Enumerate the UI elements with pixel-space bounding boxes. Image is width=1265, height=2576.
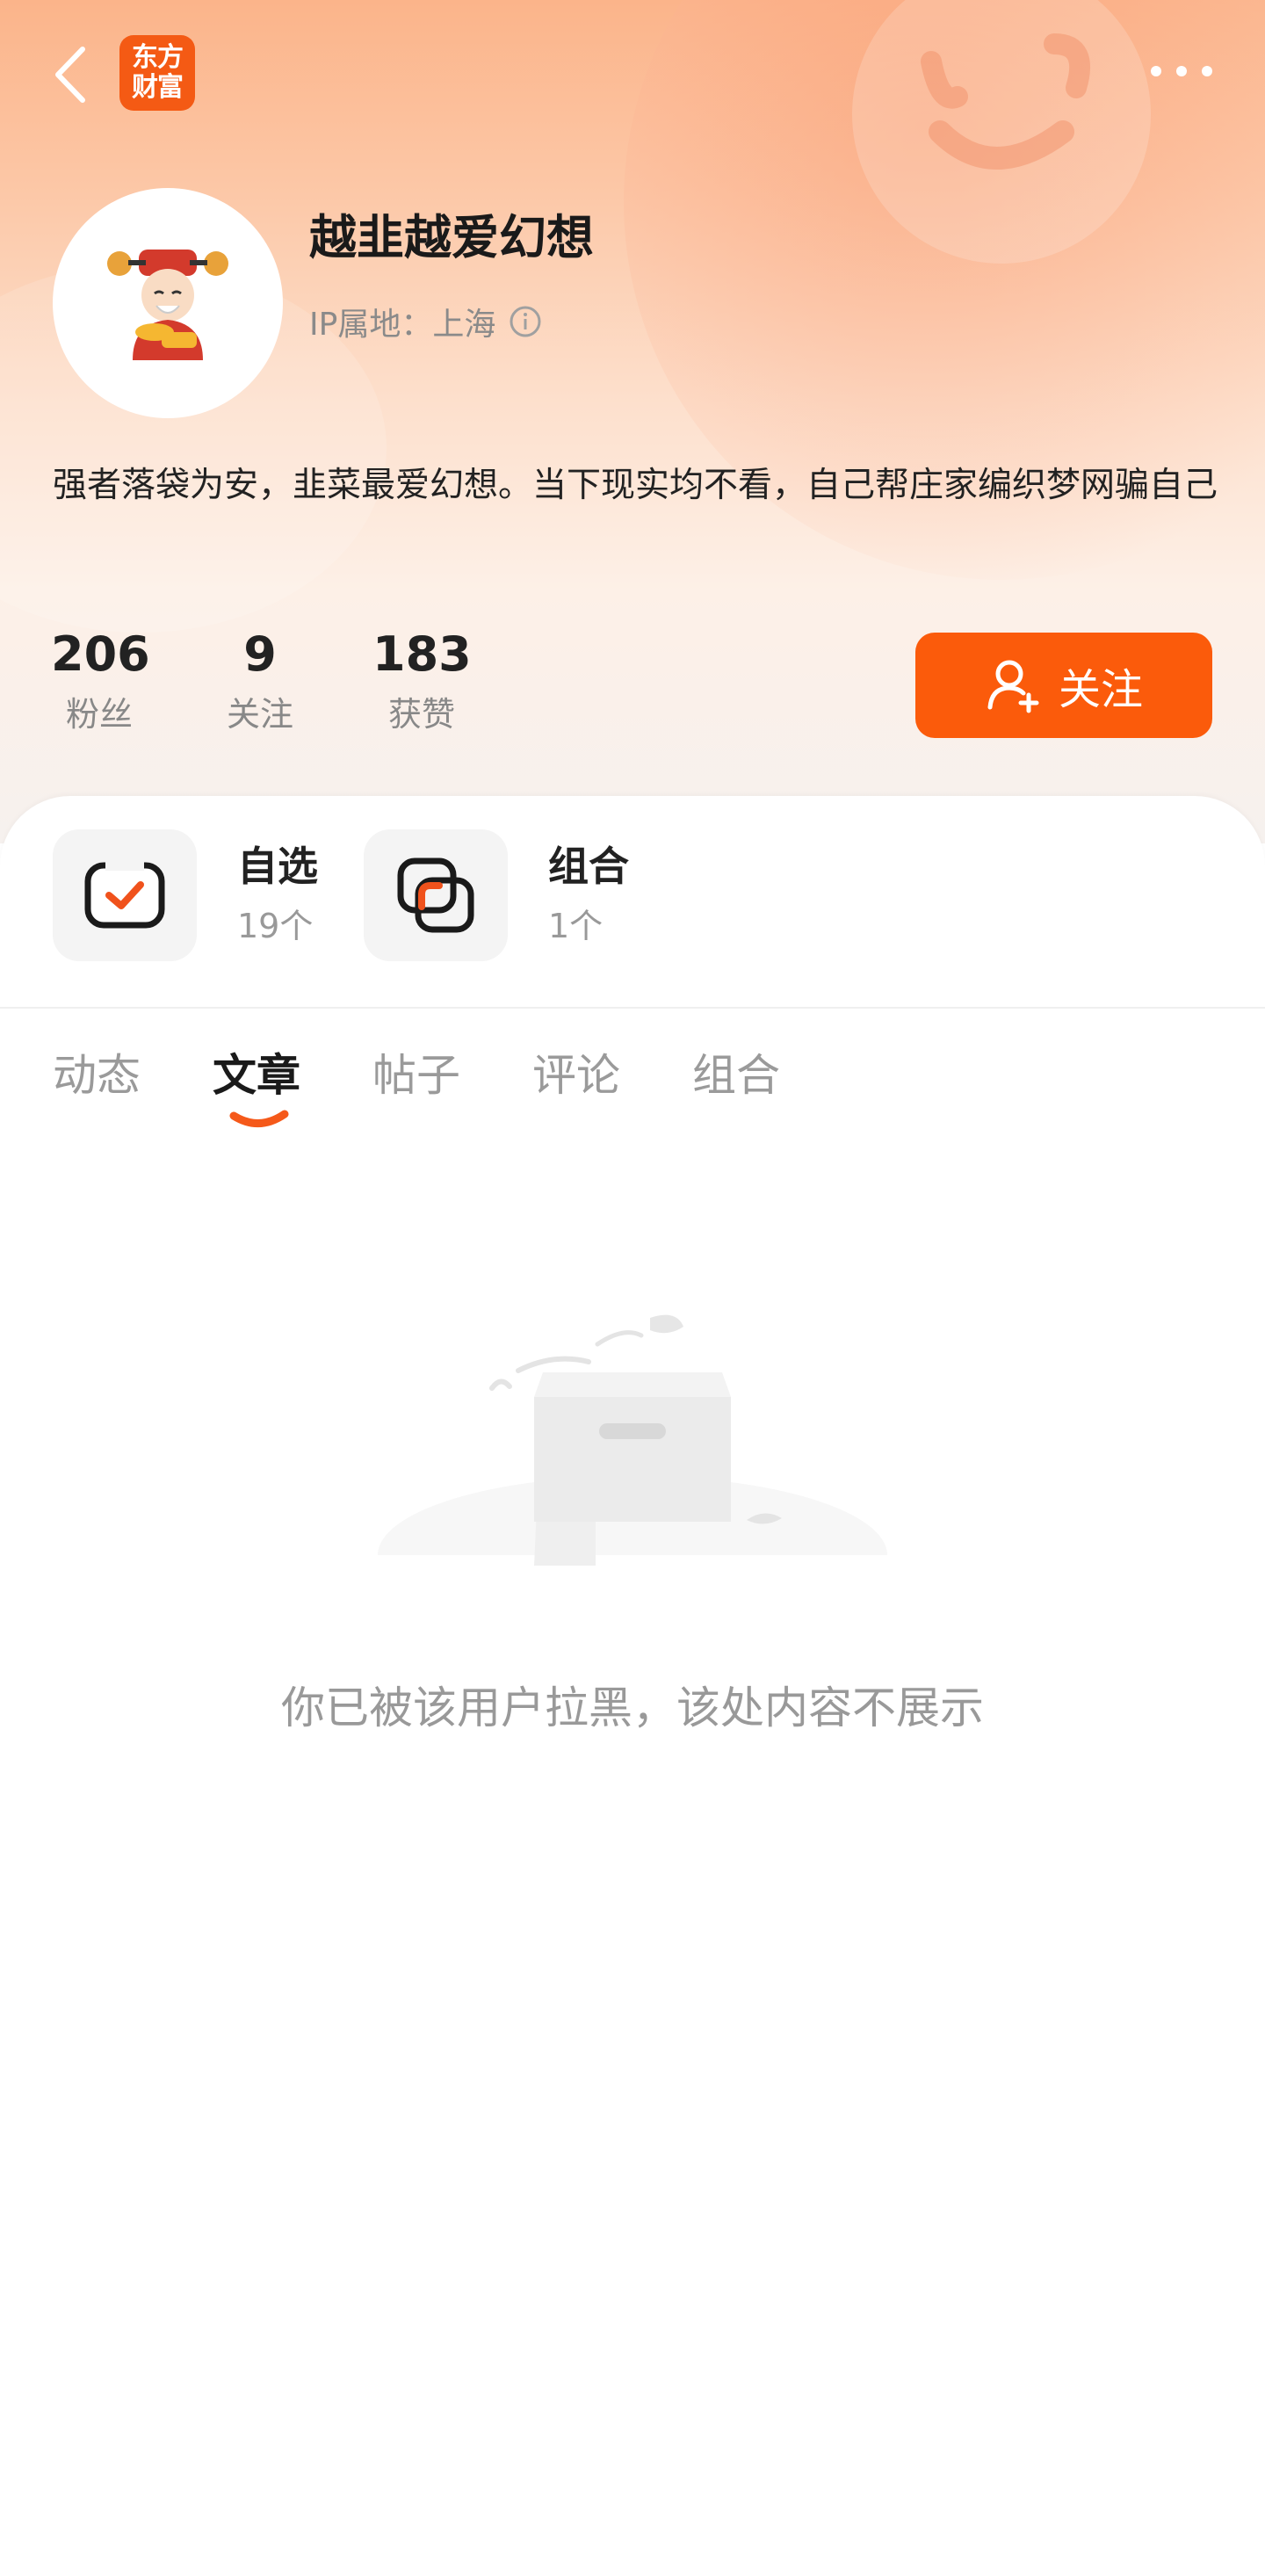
- avatar[interactable]: [53, 188, 283, 418]
- info-icon[interactable]: [508, 304, 543, 339]
- stat-value: 183: [372, 626, 472, 682]
- tab-posts[interactable]: 帖子: [372, 1040, 460, 1111]
- stat-value: 9: [243, 626, 277, 682]
- add-user-icon: [987, 660, 1039, 713]
- stat-label: 关注: [226, 695, 293, 734]
- tab-portfolios[interactable]: 组合: [692, 1040, 780, 1111]
- dot-icon: [1151, 66, 1161, 76]
- fortune-god-avatar-icon: [107, 250, 228, 360]
- empty-state-message: 你已被该用户拉黑，该处内容不展示: [281, 1682, 984, 1733]
- ip-location-text: IP属地：上海: [309, 307, 496, 343]
- watchlist-icon-box: [53, 829, 197, 961]
- portfolio-title: 组合: [548, 843, 629, 890]
- stat-label: 粉丝: [65, 695, 133, 734]
- active-tab-indicator: [229, 1110, 289, 1127]
- username: 越韭越爱幻想: [309, 210, 594, 265]
- watchlist-card[interactable]: 自选 19个: [53, 829, 318, 961]
- more-options-button[interactable]: [1151, 58, 1212, 84]
- ip-location-row: IP属地：上海: [309, 299, 543, 344]
- portfolio-count: 1个: [548, 907, 604, 945]
- smiley-watermark-icon: [921, 33, 1090, 170]
- stat-label: 获赞: [387, 695, 455, 734]
- stat-following[interactable]: 9 关注: [214, 620, 306, 740]
- watchlist-count: 19个: [237, 907, 314, 945]
- stat-likes[interactable]: 183 获赞: [372, 620, 472, 740]
- portfolio-icon-box: [364, 829, 508, 961]
- dot-icon: [1202, 66, 1212, 76]
- follow-button-label: 关注: [1058, 665, 1143, 714]
- empty-box-illustration: [378, 1314, 887, 1590]
- section-divider: [0, 1007, 1265, 1009]
- stat-value: 206: [51, 626, 150, 682]
- logo-text-line1: 东方: [132, 42, 184, 73]
- tab-comments[interactable]: 评论: [532, 1040, 620, 1111]
- watchlist-title: 自选: [237, 843, 318, 890]
- profile-bio: 强者落袋为安，韭菜最爱幻想。当下现实均不看，自己帮庄家编织梦网骗自己: [53, 466, 1218, 505]
- tab-articles[interactable]: 文章: [213, 1040, 300, 1111]
- chevron-left-icon: [55, 47, 85, 103]
- portfolio-icon: [397, 857, 474, 933]
- checkbox-icon: [84, 860, 165, 929]
- portfolio-card[interactable]: 组合 1个: [364, 829, 629, 961]
- logo-text-line2: 财富: [132, 72, 184, 103]
- app-logo[interactable]: 东方 财富: [119, 35, 195, 111]
- back-button[interactable]: [44, 35, 97, 114]
- profile-page: 东方 财富 越韭越爱幻想 IP属地：上海 强者落袋为安，韭菜最爱幻想。当下现实均…: [0, 0, 1265, 2576]
- tab-dynamics[interactable]: 动态: [53, 1040, 141, 1111]
- follow-button[interactable]: 关注: [915, 633, 1212, 738]
- stat-fans[interactable]: 206 粉丝: [51, 620, 150, 740]
- dot-icon: [1176, 66, 1187, 76]
